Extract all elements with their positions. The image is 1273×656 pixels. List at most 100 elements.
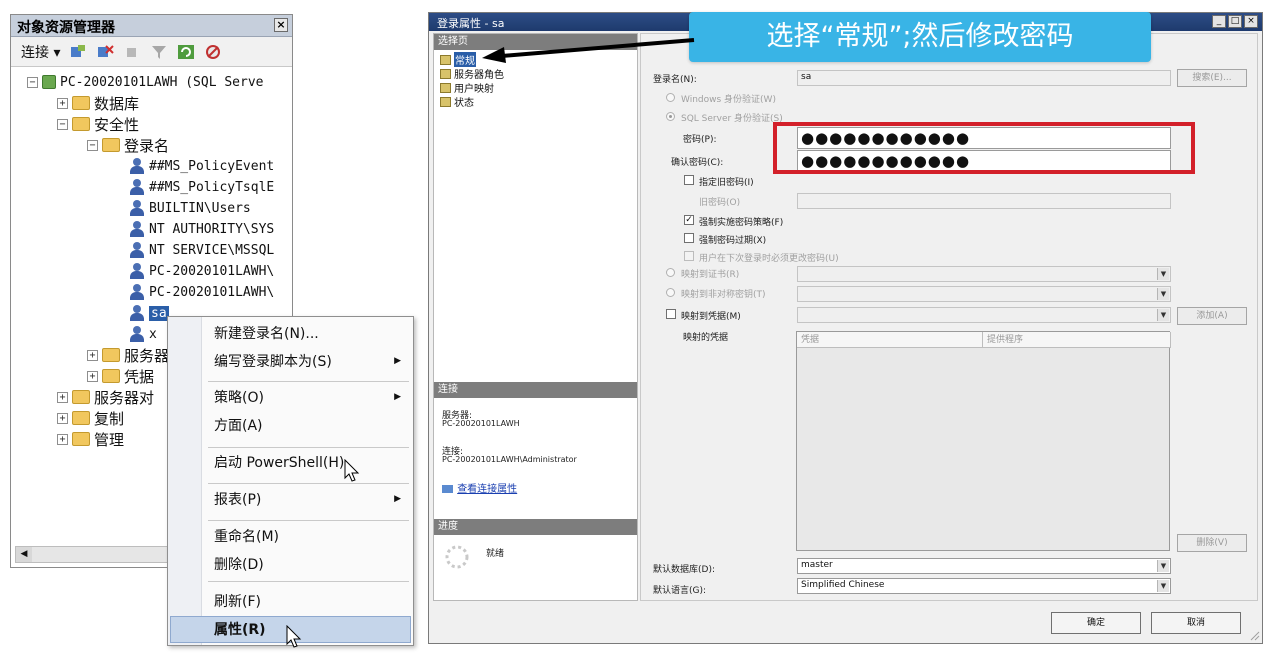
connect-button[interactable]: 连接 ▾ (21, 42, 60, 62)
certificate-combo[interactable]: ▼ (797, 266, 1171, 282)
sql-auth-radio[interactable] (666, 112, 675, 121)
tree-node[interactable]: + 服务器 (87, 345, 169, 365)
grid-header-credential[interactable]: 凭据 (797, 332, 983, 348)
menu-item-label: 编写登录脚本为(S) (214, 354, 332, 370)
refresh-icon[interactable] (177, 44, 195, 60)
tree-node[interactable]: − 安全性 (57, 114, 139, 134)
tree-node[interactable]: + 管理 (57, 429, 124, 449)
context-menu-item[interactable]: 重命名(M) (214, 524, 405, 548)
default-database-combo[interactable]: master ▼ (797, 558, 1171, 574)
context-menu-item[interactable]: 新建登录名(N)... (214, 321, 405, 345)
cancel-button[interactable]: 取消 (1151, 612, 1241, 634)
folder-icon (72, 117, 90, 131)
chevron-down-icon[interactable]: ▼ (1157, 560, 1169, 572)
login-name-label: 登录名(N): (653, 75, 697, 85)
tree-node[interactable]: x (129, 324, 157, 344)
tree-node[interactable]: NT SERVICE\MSSQL (129, 240, 274, 260)
context-menu-item[interactable]: 刷新(F) (214, 589, 405, 613)
context-menu-item[interactable]: 属性(R) (214, 617, 405, 641)
enforce-policy-checkbox[interactable]: ✓ (684, 215, 694, 225)
map-certificate-radio[interactable] (666, 268, 675, 277)
view-connection-properties-link[interactable]: 查看连接属性 (442, 480, 517, 495)
expand-icon[interactable]: + (57, 412, 68, 424)
context-menu: 新建登录名(N)... 编写登录脚本为(S) ▶ 策略(O) ▶ 方面(A) 启动 Powe… (167, 316, 414, 648)
filter-icon[interactable] (150, 44, 168, 60)
expand-icon[interactable]: + (57, 433, 68, 445)
add-button[interactable]: 添加(A) (1177, 307, 1247, 325)
menu-item-label: 属性(R) (214, 622, 266, 638)
enforce-expiration-checkbox[interactable] (684, 233, 694, 243)
specify-old-password-checkbox[interactable] (684, 175, 694, 185)
page-general[interactable]: 常规 (440, 52, 476, 67)
collapse-icon[interactable]: − (87, 139, 98, 151)
close-icon[interactable]: × (1244, 15, 1258, 28)
tree-node[interactable]: PC-20020101LAWH\ (129, 282, 274, 302)
dialog-title: 登录属性 - sa (437, 17, 505, 30)
grid-header-provider[interactable]: 提供程序 (983, 332, 1171, 348)
minimize-icon[interactable]: _ (1212, 15, 1226, 28)
tree-node[interactable]: − 登录名 (87, 135, 169, 155)
must-change-checkbox[interactable] (684, 251, 694, 261)
mapped-credentials-label: 映射的凭据 (683, 333, 729, 343)
tree-node[interactable]: + 复制 (57, 408, 124, 428)
chevron-down-icon[interactable]: ▼ (1157, 288, 1169, 300)
context-menu-item[interactable]: 编写登录脚本为(S) ▶ (214, 349, 405, 373)
resize-grip-icon[interactable] (1248, 629, 1260, 641)
search-button[interactable]: 搜索(E)... (1177, 69, 1247, 87)
maximize-icon[interactable]: □ (1228, 15, 1242, 28)
page-status[interactable]: 状态 (440, 95, 474, 109)
user-icon (129, 263, 145, 279)
tree-node[interactable]: + 服务器对 (57, 387, 154, 407)
tree-node[interactable]: − PC-20020101LAWH (SQL Serve (27, 72, 264, 92)
context-menu-item[interactable]: 删除(D) (214, 552, 405, 576)
stop-icon[interactable] (123, 44, 141, 60)
tree-node-label: 凭据 (124, 367, 155, 386)
close-icon[interactable]: × (274, 18, 288, 32)
page-user-mapping[interactable]: 用户映射 (440, 81, 494, 95)
default-language-combo[interactable]: Simplified Chinese ▼ (797, 578, 1171, 594)
tree-node[interactable]: ##MS_PolicyEvent (129, 156, 274, 176)
chevron-down-icon[interactable]: ▼ (1157, 309, 1169, 321)
context-menu-item[interactable]: 启动 PowerShell(H) (214, 450, 405, 474)
context-menu-item[interactable]: 策略(O) ▶ (214, 385, 405, 409)
tree-node[interactable]: NT AUTHORITY\SYS (129, 219, 274, 239)
connect-object-icon[interactable] (69, 44, 87, 60)
menu-item-label: 策略(O) (214, 390, 264, 406)
map-credential-checkbox[interactable] (666, 309, 676, 319)
expand-icon[interactable]: + (87, 370, 98, 382)
password-highlight-box (773, 122, 1195, 174)
context-menu-item[interactable]: 方面(A) (214, 413, 405, 437)
map-asymmetric-radio[interactable] (666, 288, 675, 297)
scroll-left-icon[interactable]: ◀ (16, 547, 32, 562)
tree-node-label: 复制 (94, 409, 125, 428)
page-server-roles[interactable]: 服务器角色 (440, 67, 504, 81)
expand-icon[interactable]: + (57, 391, 68, 403)
instruction-callout: 选择“常规”;然后修改密码 (689, 12, 1151, 62)
windows-auth-radio[interactable] (666, 93, 675, 102)
expand-icon[interactable]: + (87, 349, 98, 361)
tree-node[interactable]: + 数据库 (57, 93, 139, 113)
chevron-down-icon[interactable]: ▼ (1157, 268, 1169, 280)
tree-node[interactable]: PC-20020101LAWH\ (129, 261, 274, 281)
ok-button[interactable]: 确定 (1051, 612, 1141, 634)
tree-node[interactable]: + 凭据 (87, 366, 154, 386)
tree-node[interactable]: ##MS_PolicyTsqlE (129, 177, 274, 197)
remove-button[interactable]: 删除(V) (1177, 534, 1247, 552)
credential-combo[interactable]: ▼ (797, 307, 1171, 323)
map-credential-label: 映射到凭据(M) (681, 312, 741, 322)
disconnect-icon[interactable] (96, 44, 115, 60)
tree-node[interactable]: BUILTIN\Users (129, 198, 251, 218)
old-password-field[interactable] (797, 193, 1171, 209)
mapped-credentials-grid[interactable]: 凭据 提供程序 (796, 331, 1171, 551)
login-name-field[interactable]: sa (797, 70, 1171, 86)
expand-icon[interactable]: + (57, 97, 68, 109)
context-menu-item[interactable]: 报表(P) ▶ (214, 487, 405, 511)
collapse-icon[interactable]: − (57, 118, 68, 130)
activity-monitor-icon[interactable] (204, 44, 222, 60)
tree-node-label: 安全性 (94, 115, 140, 134)
chevron-down-icon[interactable]: ▼ (1157, 580, 1169, 592)
tree-node[interactable]: sa (129, 303, 169, 323)
collapse-icon[interactable]: − (27, 76, 38, 88)
asymmetric-key-combo[interactable]: ▼ (797, 286, 1171, 302)
menu-separator (208, 483, 409, 484)
